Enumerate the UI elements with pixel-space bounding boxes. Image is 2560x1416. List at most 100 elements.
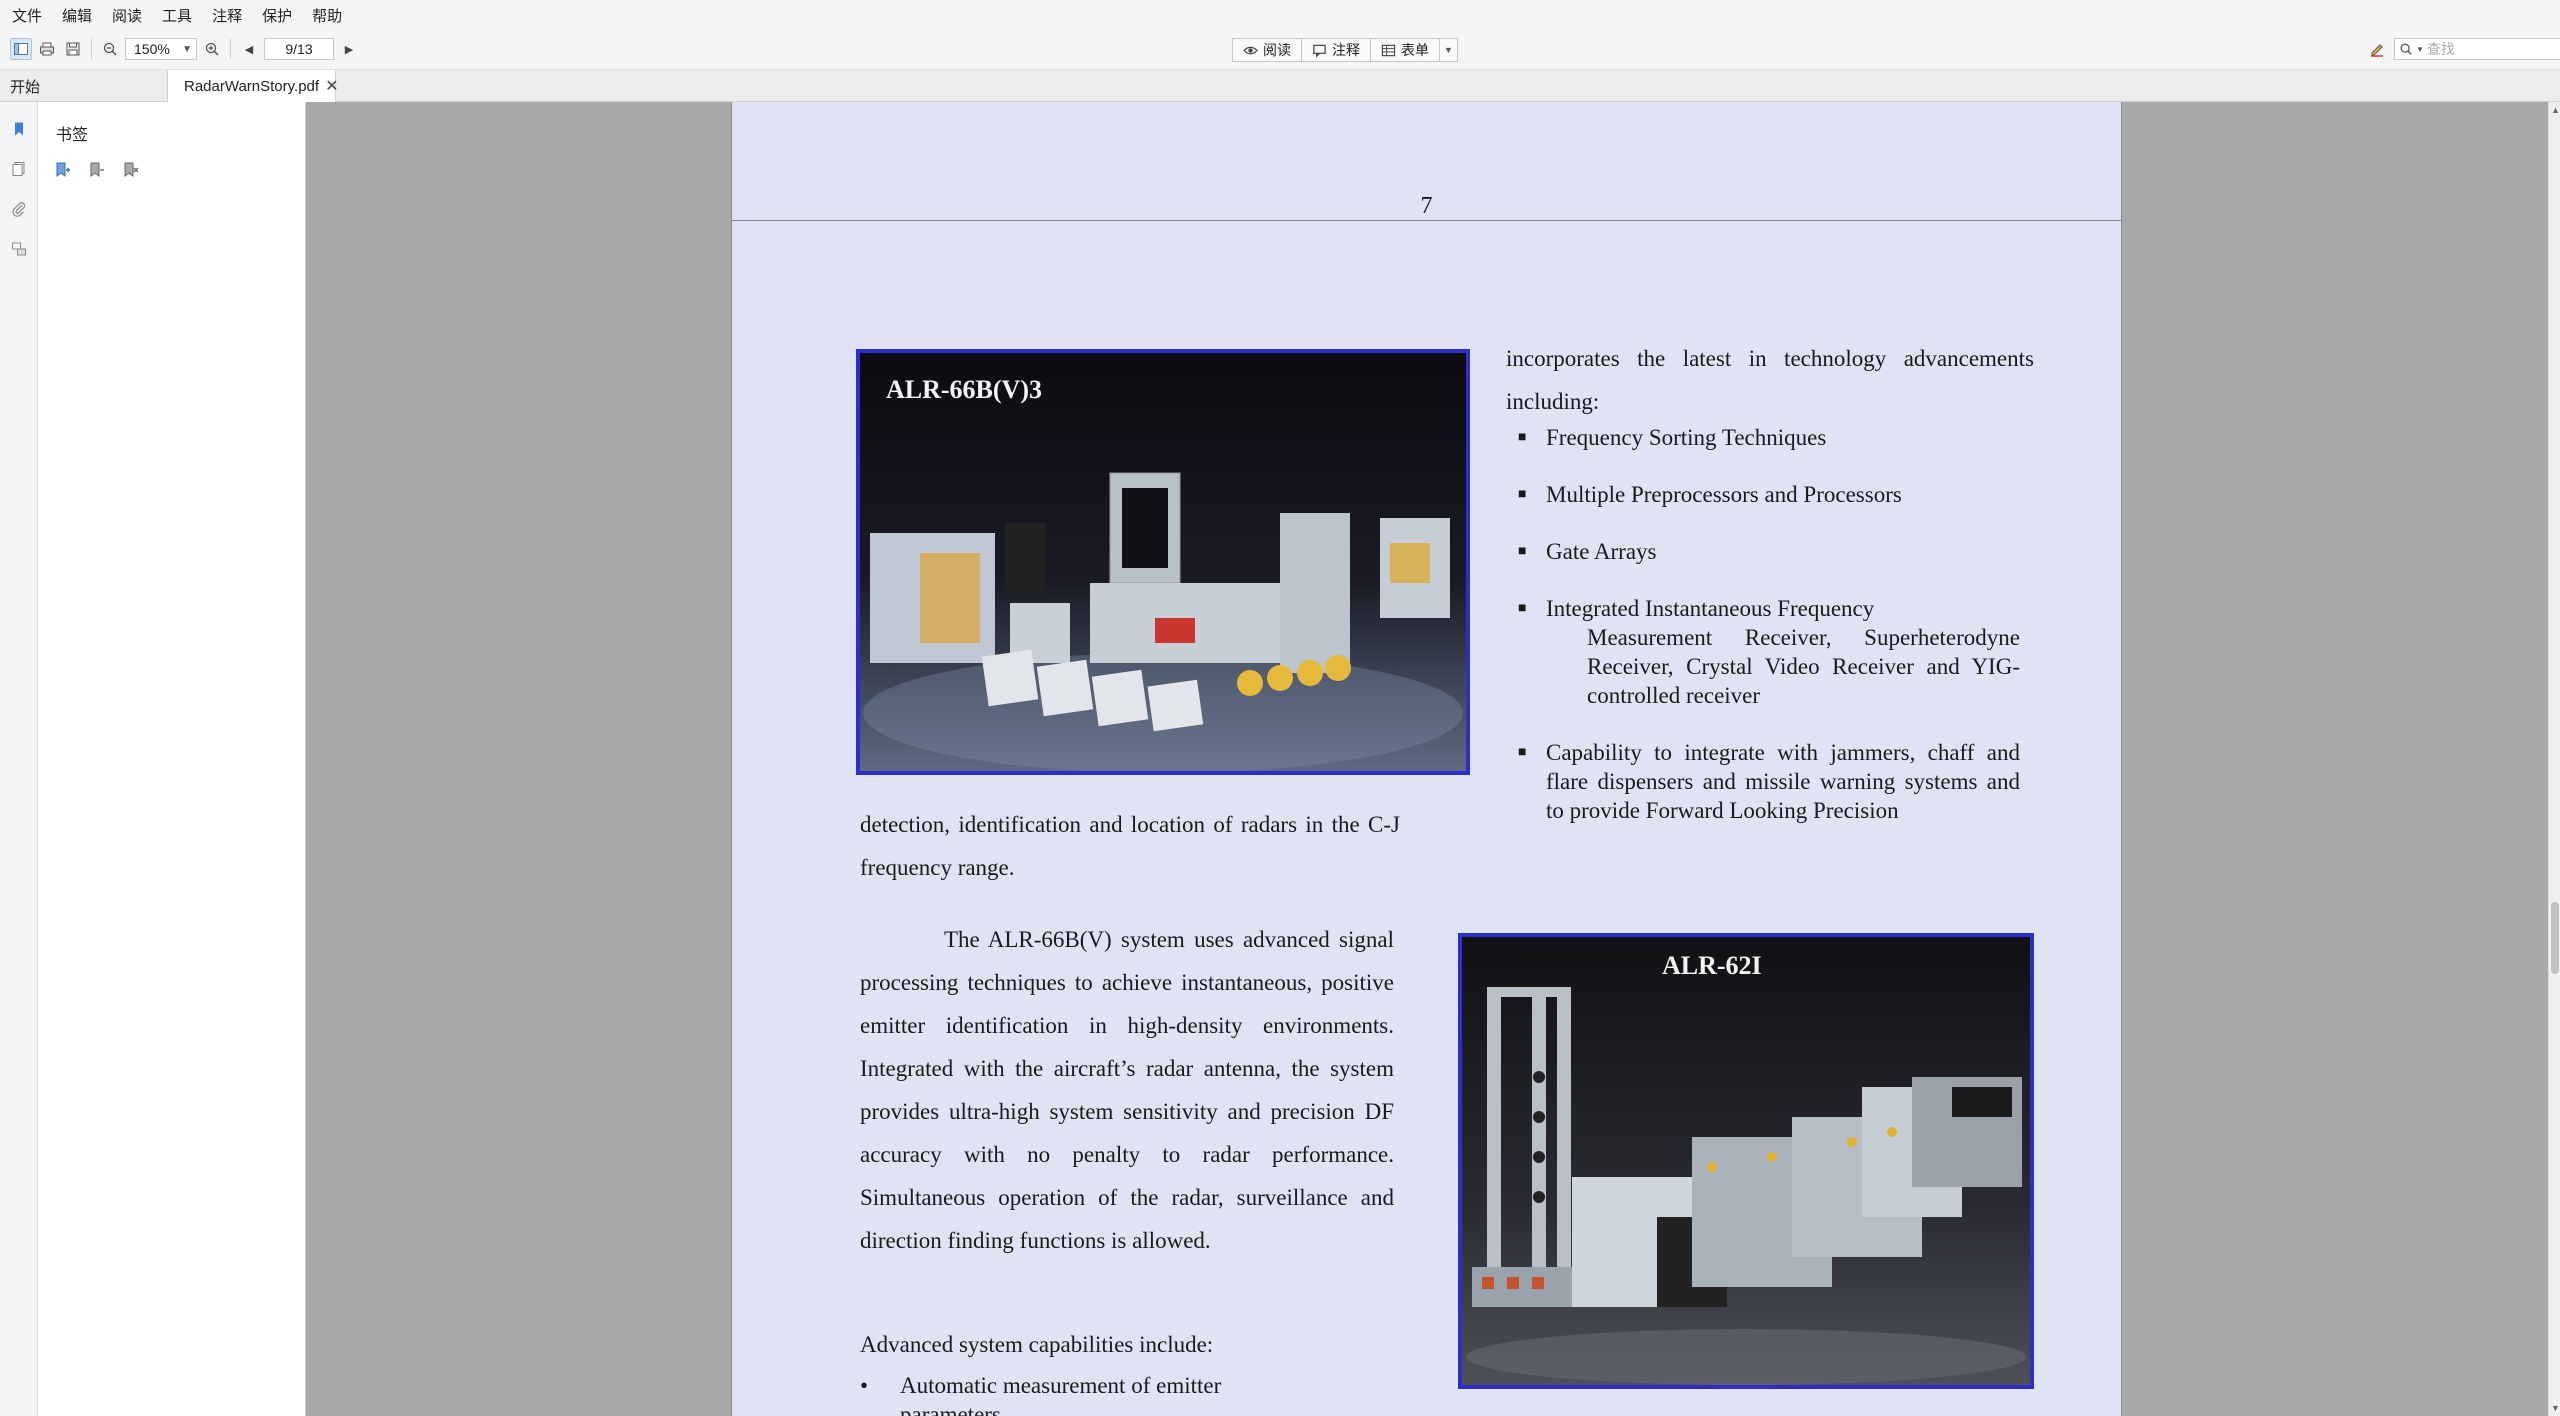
attachments-button[interactable] (10, 200, 28, 218)
page-number: 7 (1420, 193, 1433, 219)
chevron-down-icon: ▼ (182, 43, 192, 55)
square-bullet-icon: ■ (1518, 745, 1527, 760)
document-viewport[interactable]: 7 ALR-66B(V)3 incorporates the latest in… (306, 102, 2548, 1416)
photo-caption: ALR-62I (1662, 951, 1762, 980)
pen-icon (2371, 44, 2383, 57)
sidebar-toggle-button[interactable] (10, 38, 32, 60)
form-mode-button[interactable]: 表单 (1371, 39, 1440, 61)
list-item: ■ Gate Arrays (1506, 537, 2020, 566)
menu-annotate[interactable]: 注释 (212, 5, 242, 26)
system-paragraph: The ALR-66B(V) system uses advanced sign… (860, 927, 1394, 1253)
tab-document-label: RadarWarnStory.pdf (184, 77, 320, 95)
print-button[interactable] (36, 38, 58, 60)
zoom-value: 150% (134, 41, 170, 57)
toolbar-divider (230, 39, 231, 59)
list-item: ■ Multiple Preprocessors and Processors (1506, 480, 2020, 509)
chevron-right-icon: ▶ (344, 43, 354, 56)
chevron-down-icon: ▼ (1444, 45, 1453, 55)
search-placeholder: 查找 (2426, 41, 2455, 57)
annotate-mode-label: 注释 (1332, 42, 1360, 58)
annotate-mode-button[interactable]: 注释 (1302, 39, 1371, 61)
menu-read[interactable]: 阅读 (112, 5, 142, 26)
menu-file[interactable]: 文件 (12, 5, 42, 26)
equipment-photo-image (860, 353, 1466, 771)
capabilities-list: • Automatic measurement of emitter parame… (860, 1371, 1280, 1416)
zoom-in-icon (205, 42, 219, 56)
delete-bookmark-icon[interactable] (122, 161, 140, 179)
detection-paragraph: detection, identification and location o… (860, 812, 1400, 880)
search-icon (2400, 43, 2412, 55)
square-bullet-icon: ■ (1518, 487, 1527, 502)
feature-text-continued: Measurement Receiver, Superheterodyne Re… (1587, 625, 2020, 708)
menu-tools[interactable]: 工具 (162, 5, 192, 26)
scrollbar-thumb[interactable] (2551, 902, 2559, 974)
list-item: ■ Frequency Sorting Techniques (1506, 423, 2020, 452)
menu-protect[interactable]: 保护 (262, 5, 292, 26)
tab-home-label: 开始 (10, 78, 41, 96)
bookmark-panel: 书签 (38, 102, 306, 1416)
feature-text: Gate Arrays (1546, 539, 1657, 564)
photo-alr-66b: ALR-66B(V)3 (856, 349, 1470, 775)
zoom-out-icon (103, 42, 117, 56)
eye-icon (1243, 46, 1258, 54)
bookmark-panel-button[interactable] (10, 120, 28, 138)
capabilities-heading: Advanced system capabilities include: (860, 1332, 1214, 1357)
sidebar-layout-icon (14, 43, 28, 55)
scroll-down-icon[interactable]: ▼ (2551, 1403, 2560, 1413)
read-mode-label: 阅读 (1263, 42, 1291, 58)
menu-bar: 文件 编辑 阅读 工具 注释 保护 帮助 (0, 0, 2560, 30)
bookmark-icon (15, 122, 23, 136)
zoom-out-button[interactable] (99, 38, 121, 60)
tab-bar: 开始 RadarWarnStory.pdf ✕ (0, 70, 2560, 102)
menu-help[interactable]: 帮助 (312, 5, 342, 26)
round-bullet-icon: • (860, 1373, 869, 1398)
page-number-input[interactable]: 9/13 (264, 38, 334, 60)
search-input[interactable]: ▼ 查找 (2394, 38, 2560, 60)
square-bullet-icon: ■ (1518, 544, 1527, 559)
page-thumbnails-button[interactable] (10, 160, 28, 178)
add-bookmark-icon[interactable] (88, 161, 106, 179)
zoom-select[interactable]: 150% ▼ (125, 38, 197, 60)
feature-text: Multiple Preprocessors and Processors (1546, 482, 1902, 507)
layers-button[interactable] (10, 240, 28, 258)
form-mode-label: 表单 (1401, 42, 1429, 58)
scroll-up-icon[interactable]: ▲ (2551, 105, 2560, 115)
comment-icon (1313, 44, 1326, 58)
floppy-disk-icon (66, 42, 80, 56)
menu-edit[interactable]: 编辑 (62, 5, 92, 26)
toolbar-divider (91, 39, 92, 59)
tab-document[interactable]: RadarWarnStory.pdf ✕ (168, 70, 338, 102)
feature-list: ■ Frequency Sorting Techniques ■ Multiple … (1506, 423, 2020, 853)
layers-icon (12, 242, 26, 256)
highlight-pen-button[interactable] (2366, 38, 2388, 60)
mode-switcher: 阅读 注释 表单 ▼ (1232, 38, 1458, 62)
previous-page-button[interactable]: ◀ (238, 38, 260, 60)
mode-dropdown-button[interactable]: ▼ (1440, 39, 1457, 61)
intro-paragraph: incorporates the latest in technology ad… (1506, 346, 2034, 414)
square-bullet-icon: ■ (1518, 430, 1527, 445)
equipment-photo-image (1462, 937, 2030, 1385)
vertical-scrollbar[interactable]: ▲ ▼ (2548, 102, 2560, 1416)
feature-text: Integrated Instantaneous Frequency (1546, 596, 1875, 621)
next-page-button[interactable]: ▶ (338, 38, 360, 60)
read-mode-button[interactable]: 阅读 (1233, 39, 1302, 61)
close-icon[interactable]: ✕ (325, 76, 338, 96)
current-page: ALR-66B(V)3 incorporates the latest in t… (731, 220, 2122, 1416)
table-form-icon (1381, 44, 1396, 56)
panel-title: 书签 (56, 127, 89, 144)
sidebar-rail (0, 102, 38, 1416)
zoom-in-button[interactable] (201, 38, 223, 60)
printer-icon (40, 42, 54, 56)
expand-bookmark-icon[interactable] (54, 161, 72, 179)
feature-text: Capability to integrate with jammers, ch… (1546, 740, 2020, 823)
list-item: ■ Integrated Instantaneous Frequency Measu… (1506, 594, 2020, 710)
tab-home[interactable]: 开始 (0, 70, 168, 102)
pages-icon (12, 162, 25, 176)
list-item: • Automatic measurement of emitter parame… (860, 1371, 1280, 1416)
paperclip-icon (12, 202, 26, 217)
chevron-left-icon: ◀ (244, 43, 254, 56)
feature-text: Frequency Sorting Techniques (1546, 425, 1827, 450)
chevron-down-icon: ▼ (2416, 44, 2424, 54)
square-bullet-icon: ■ (1518, 601, 1527, 616)
save-button[interactable] (62, 38, 84, 60)
